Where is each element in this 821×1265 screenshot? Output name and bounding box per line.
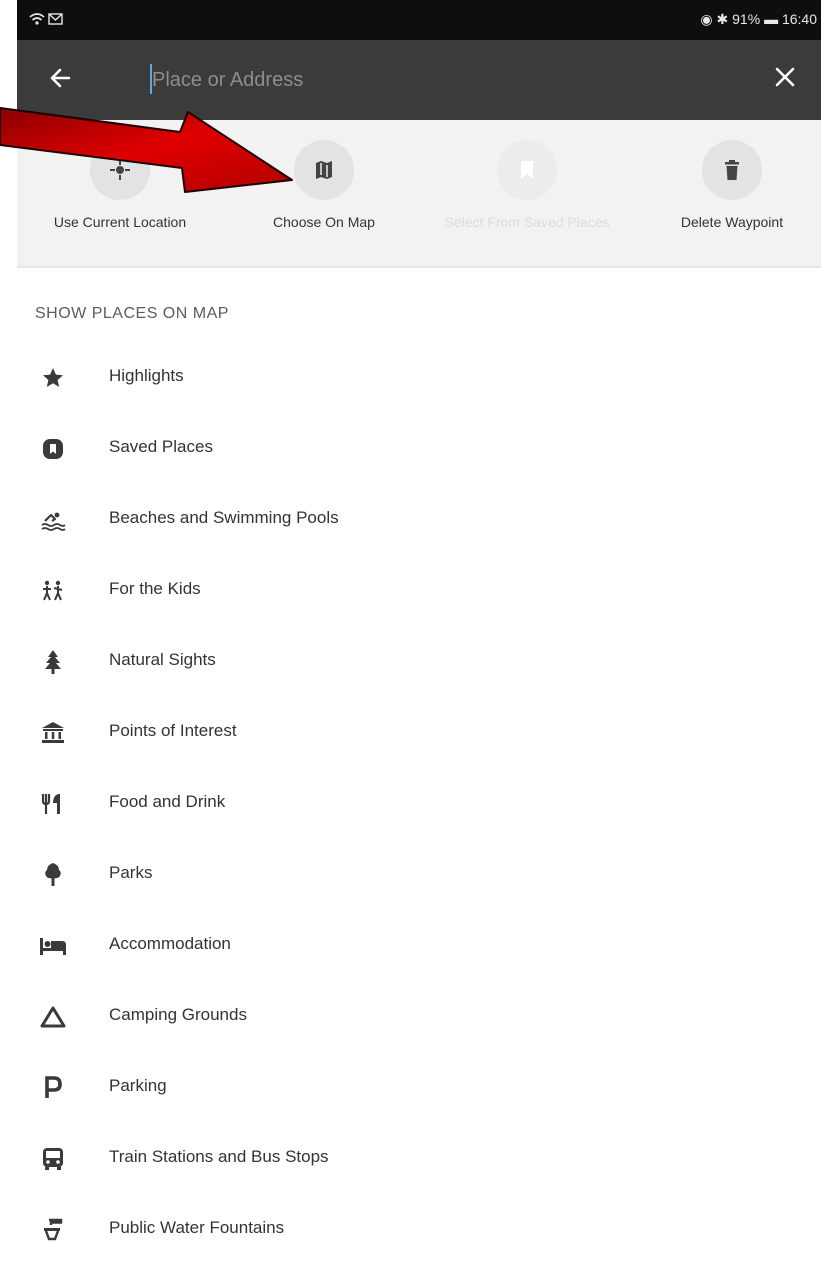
list-item-label: Saved Places <box>109 437 213 456</box>
tent-icon <box>39 1003 67 1031</box>
list-item-label: Highlights <box>109 366 184 385</box>
status-right: ◉ ✱ 91% ▬ 16:40 <box>700 11 817 28</box>
list-item-beaches[interactable]: Beaches and Swimming Pools <box>17 484 821 555</box>
divider <box>17 266 821 268</box>
star-icon <box>39 364 67 392</box>
list-item-water-fountains[interactable]: Public Water Fountains <box>17 1194 821 1265</box>
bed-icon <box>39 932 67 960</box>
close-button[interactable] <box>769 62 801 98</box>
list-item-label: Food and Drink <box>109 792 226 811</box>
list-item-for-the-kids[interactable]: For the Kids <box>17 555 821 626</box>
status-left-icons <box>29 11 65 32</box>
list-item-label: Camping Grounds <box>109 1005 247 1024</box>
list-item-natural-sights[interactable]: Natural Sights <box>17 626 821 697</box>
status-time: 16:40 <box>781 11 817 27</box>
use-current-location-label: Use Current Location <box>53 214 187 230</box>
list-item-label: Natural Sights <box>109 650 216 669</box>
list-item-label: Beaches and Swimming Pools <box>109 508 339 527</box>
battery-percent: 91% <box>732 11 761 27</box>
battery-icon: ▬ <box>764 11 779 27</box>
list-item-camping-grounds[interactable]: Camping Grounds <box>17 981 821 1052</box>
list-item-label: For the Kids <box>109 579 201 598</box>
bus-icon <box>39 1145 67 1173</box>
delete-waypoint-button[interactable]: Delete Waypoint <box>632 140 821 260</box>
list-item-parking[interactable]: Parking <box>17 1052 821 1123</box>
fountain-icon <box>39 1216 67 1244</box>
choose-on-map-label: Choose On Map <box>273 214 375 230</box>
trash-icon <box>702 140 762 200</box>
list-item-parks[interactable]: Parks <box>17 839 821 910</box>
eye-icon: ◉ <box>700 11 713 27</box>
list-item-food-and-drink[interactable]: Food and Drink <box>17 768 821 839</box>
list-item-label: Points of Interest <box>109 721 237 740</box>
kids-icon <box>39 577 67 605</box>
list-item-train-bus[interactable]: Train Stations and Bus Stops <box>17 1123 821 1194</box>
section-title: SHOW PLACES ON MAP <box>35 305 229 322</box>
cutlery-icon <box>39 790 67 818</box>
bluetooth-icon: ✱ <box>716 11 729 27</box>
select-from-saved-places-button[interactable]: Select From Saved Places <box>427 140 627 260</box>
list-item-label: Accommodation <box>109 934 231 953</box>
parking-icon <box>39 1074 67 1102</box>
list-item-label: Train Stations and Bus Stops <box>109 1147 329 1166</box>
saved-places-icon <box>39 435 67 463</box>
list-item-label: Parking <box>109 1076 167 1095</box>
park-tree-icon <box>39 861 67 889</box>
list-item-accommodation[interactable]: Accommodation <box>17 910 821 981</box>
list-item-label: Parks <box>109 863 153 882</box>
tree-icon <box>39 648 67 676</box>
swimmer-icon <box>39 506 67 534</box>
bookmark-icon <box>497 140 557 200</box>
annotation-arrow-icon <box>0 107 293 193</box>
list-item-label: Public Water Fountains <box>109 1218 285 1237</box>
delete-waypoint-label: Delete Waypoint <box>680 214 784 230</box>
wifi-icon <box>29 13 63 25</box>
list-item-points-of-interest[interactable]: Points of Interest <box>17 697 821 768</box>
select-from-saved-places-label: Select From Saved Places <box>444 214 610 230</box>
status-bar: ◉ ✱ 91% ▬ 16:40 <box>17 0 821 40</box>
close-icon <box>775 67 795 87</box>
museum-icon <box>39 719 67 747</box>
list-item-highlights[interactable]: Highlights <box>17 342 821 413</box>
list-item-saved-places[interactable]: Saved Places <box>17 413 821 484</box>
